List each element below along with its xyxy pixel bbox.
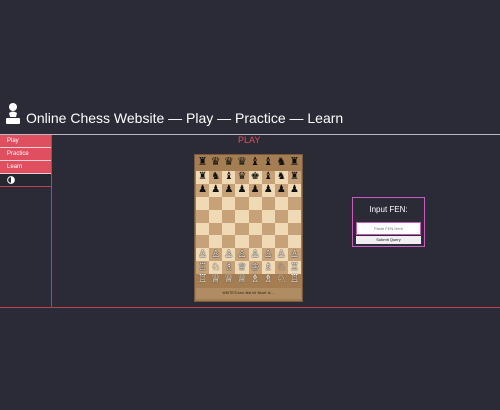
board-square[interactable]: ♙ — [209, 248, 223, 262]
board-square[interactable] — [235, 235, 249, 249]
board-square[interactable] — [222, 196, 236, 210]
page-heading: PLAY — [238, 135, 261, 145]
captured-piece: ♕ — [237, 273, 247, 285]
board-square[interactable] — [261, 235, 275, 249]
board-square[interactable] — [248, 222, 262, 236]
chess-board[interactable]: ♜ ♞ ♝ ♛ ♚ ♝ ♞ ♜ ♟ ♟ ♟ ♟ ♟ ♟ ♟ ♟ ♙ ♙ ♙ ♙ ♙ ♙ ♙ ♙ ♖ ♘ ♗ ♕ ♔ ♗ ♘ ♖ — [196, 171, 301, 274]
board-square[interactable] — [222, 209, 236, 223]
fen-title: Input FEN: — [369, 205, 408, 214]
captured-piece: ♞ — [276, 156, 287, 168]
board-square[interactable] — [209, 222, 223, 236]
sidebar: Play Practice Learn — [0, 135, 52, 307]
board-square[interactable]: ♝ — [222, 171, 236, 184]
sidebar-item-play[interactable]: Play — [0, 135, 51, 148]
board-square[interactable] — [209, 209, 223, 223]
pawn-icon — [6, 103, 20, 124]
sidebar-item-learn[interactable]: Learn — [0, 161, 51, 174]
captured-piece: ♕ — [223, 273, 234, 285]
board-square[interactable] — [261, 209, 275, 223]
board-square[interactable] — [287, 209, 301, 223]
board-square[interactable]: ♙ — [261, 248, 275, 262]
board-square[interactable]: ♞ — [209, 171, 223, 184]
captured-pieces-top: ♜ ♛ ♛ ♛ ♝ ♝ ♞ ♜ — [196, 156, 301, 169]
board-square[interactable]: ♟ — [261, 183, 275, 197]
board-square[interactable]: ♛ — [235, 171, 249, 184]
captured-piece: ♛ — [237, 156, 247, 168]
board-square[interactable] — [196, 222, 210, 236]
board-square[interactable] — [248, 196, 262, 210]
captured-piece: ♖ — [289, 273, 300, 285]
captured-piece: ♘ — [276, 273, 287, 285]
board-square[interactable] — [196, 235, 210, 249]
submit-query-button[interactable]: Submit Query — [356, 236, 421, 244]
board-square[interactable]: ♜ — [287, 171, 301, 184]
board-square[interactable] — [287, 235, 301, 249]
board-square[interactable] — [287, 196, 301, 210]
captured-piece: ♖ — [197, 273, 208, 285]
captured-pieces-bottom: ♖ ♕ ♕ ♕ ♗ ♗ ♘ ♖ — [196, 273, 301, 286]
board-square[interactable]: ♚ — [248, 171, 262, 184]
sidebar-item-practice[interactable]: Practice — [0, 148, 51, 161]
site-header: Online Chess Website — Play — Practice —… — [0, 100, 500, 134]
fen-input[interactable] — [356, 222, 421, 235]
board-square[interactable] — [235, 222, 249, 236]
captured-piece: ♗ — [263, 273, 274, 285]
board-square[interactable] — [274, 196, 288, 210]
captured-piece: ♜ — [197, 156, 208, 168]
fen-panel: Input FEN: Submit Query — [352, 197, 425, 247]
captured-piece: ♛ — [223, 156, 234, 168]
board-square[interactable] — [274, 235, 288, 249]
board-square[interactable]: ♞ — [274, 171, 288, 184]
contrast-icon — [7, 176, 15, 184]
captured-piece: ♝ — [263, 156, 274, 168]
board-square[interactable]: ♜ — [196, 171, 210, 184]
board-square[interactable]: ♟ — [287, 183, 301, 197]
chess-board-panel: ♜ ♛ ♛ ♛ ♝ ♝ ♞ ♜ ♜ ♞ ♝ ♛ ♚ ♝ ♞ ♜ ♟ ♟ ♟ ♟ ♟ ♟ ♟ ♟ ♙ ♙ ♙ ♙ ♙ ♙ ♙ ♙ ♖ ♘ ♗ ♕ ♔ ♗ ♘… — [194, 154, 303, 302]
theme-toggle-button[interactable] — [0, 174, 51, 187]
board-square[interactable]: ♙ — [222, 248, 236, 262]
board-square[interactable] — [235, 209, 249, 223]
board-square[interactable]: ♙ — [248, 248, 262, 262]
board-square[interactable]: ♝ — [261, 171, 275, 184]
board-square[interactable]: ♙ — [274, 248, 288, 262]
board-square[interactable] — [235, 196, 249, 210]
content-divider — [0, 307, 500, 308]
board-square[interactable] — [222, 235, 236, 249]
board-square[interactable] — [261, 222, 275, 236]
captured-piece: ♛ — [210, 156, 221, 168]
board-square[interactable] — [196, 209, 210, 223]
board-square[interactable] — [248, 209, 262, 223]
board-square[interactable]: ♟ — [248, 183, 262, 197]
site-title: Online Chess Website — Play — Practice —… — [26, 110, 344, 126]
board-square[interactable] — [209, 196, 223, 210]
board-square[interactable]: ♙ — [287, 248, 301, 262]
board-square[interactable]: ♟ — [235, 183, 249, 197]
board-square[interactable]: ♟ — [274, 183, 288, 197]
board-square[interactable] — [287, 222, 301, 236]
board-square[interactable] — [209, 235, 223, 249]
captured-piece: ♗ — [250, 273, 260, 285]
board-square[interactable] — [274, 222, 288, 236]
board-square[interactable] — [274, 209, 288, 223]
board-square[interactable]: ♙ — [196, 248, 210, 262]
board-square[interactable]: ♟ — [196, 183, 210, 197]
captured-piece: ♕ — [210, 273, 221, 285]
board-square[interactable] — [196, 196, 210, 210]
turn-status: WHITE'S turn: first hit 'Move' to ... — [196, 288, 301, 299]
board-square[interactable] — [222, 222, 236, 236]
board-square[interactable] — [261, 196, 275, 210]
board-square[interactable]: ♟ — [222, 183, 236, 197]
board-square[interactable]: ♟ — [209, 183, 223, 197]
board-square[interactable] — [248, 235, 262, 249]
board-square[interactable]: ♙ — [235, 248, 249, 262]
captured-piece: ♜ — [289, 156, 300, 168]
captured-piece: ♝ — [250, 156, 260, 168]
